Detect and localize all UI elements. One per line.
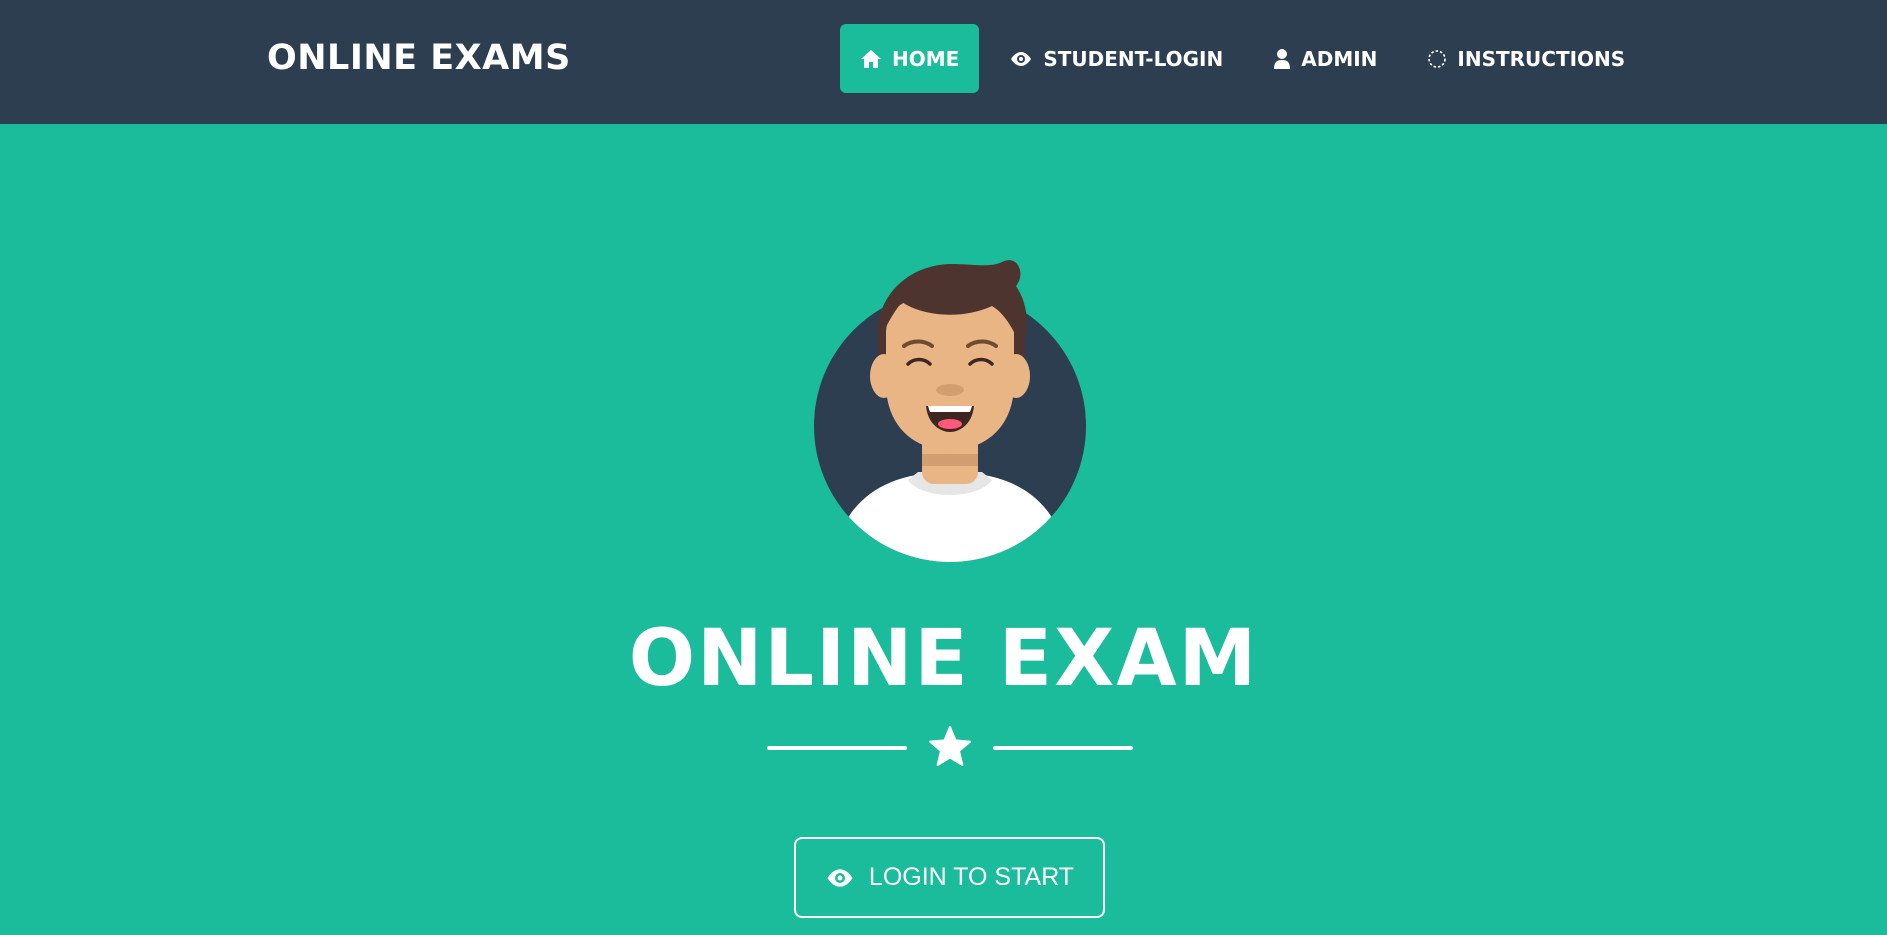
star-icon [929, 726, 971, 766]
login-button-label: LOGIN TO START [868, 863, 1075, 891]
home-icon [861, 49, 881, 68]
brand-title[interactable]: ONLINE EXAMS [267, 38, 571, 78]
nav-item-label: ADMIN [1301, 46, 1378, 71]
eye-icon [1011, 51, 1032, 66]
nav-item-home[interactable]: HOME [840, 24, 980, 93]
hero-section: ONLINE EXAM LOGIN TO START [0, 124, 1887, 935]
nav-item-instructions[interactable]: INSTRUCTIONS [1407, 24, 1645, 93]
navbar: ONLINE EXAMS HOME STUDENT-LOGIN ADMIN IN… [0, 0, 1887, 124]
divider-line-left [767, 746, 907, 750]
divider-line-right [993, 746, 1133, 750]
login-to-start-button[interactable]: LOGIN TO START [794, 837, 1105, 918]
nav-item-label: STUDENT-LOGIN [1043, 46, 1224, 71]
dashed-circle-icon [1428, 49, 1447, 68]
user-icon [1274, 48, 1291, 69]
avatar-illustration [814, 260, 1086, 562]
nav-menu: HOME STUDENT-LOGIN ADMIN INSTRUCTIONS [840, 24, 1655, 93]
nav-item-admin[interactable]: ADMIN [1253, 24, 1397, 93]
eye-icon [827, 868, 853, 887]
nav-item-label: HOME [892, 46, 960, 71]
title-divider [767, 724, 1133, 772]
nav-item-student-login[interactable]: STUDENT-LOGIN [989, 24, 1243, 93]
hero-title: ONLINE EXAM [628, 614, 1259, 704]
nav-item-label: INSTRUCTIONS [1457, 46, 1626, 71]
